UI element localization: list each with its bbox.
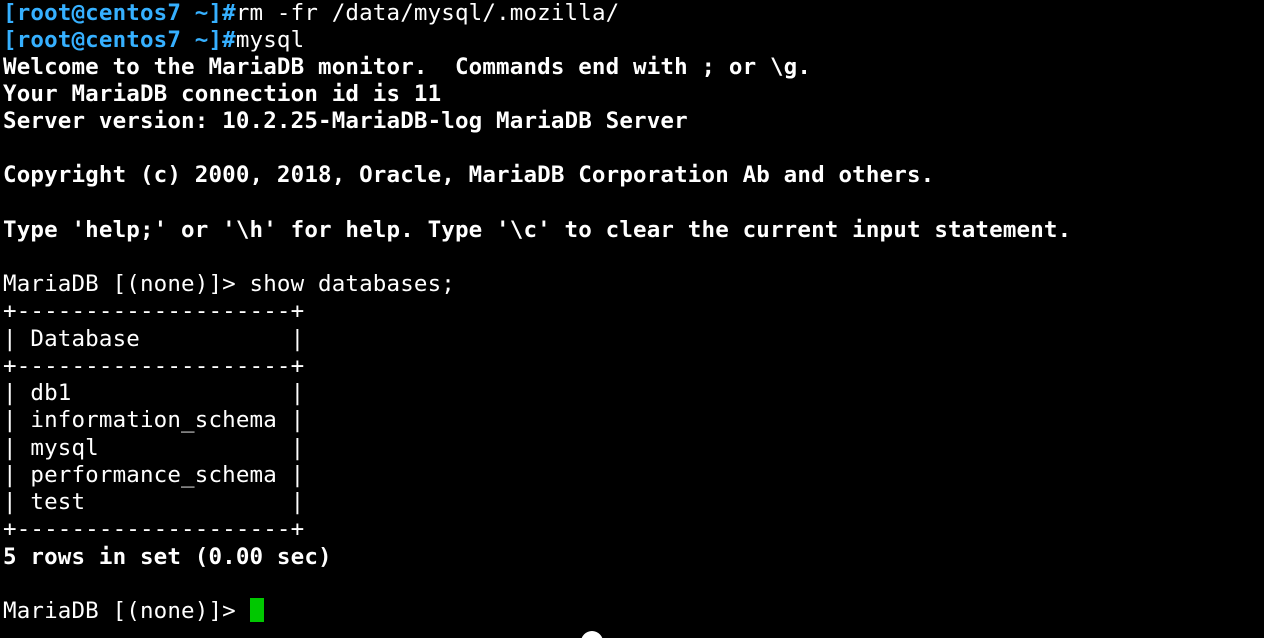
table-border: +--------------------+	[3, 353, 305, 379]
block-cursor-icon	[249, 598, 264, 622]
server-version-line: Server version: 10.2.25-MariaDB-log Mari…	[3, 108, 688, 134]
table-row: | test |	[3, 489, 305, 515]
table-border: +--------------------+	[3, 298, 305, 324]
terminal-window[interactable]: [root@centos7 ~]#rm -fr /data/mysql/.moz…	[0, 0, 1264, 638]
shell-prompt: [root@centos7 ~]#	[3, 27, 236, 53]
help-hint-line: Type 'help;' or '\h' for help. Type '\c'…	[3, 217, 1072, 243]
shell-command-line: [root@centos7 ~]#rm -fr /data/mysql/.moz…	[3, 0, 619, 27]
table-row: | performance_schema |	[3, 462, 305, 488]
shell-command: rm -fr /data/mysql/.mozilla/	[235, 0, 620, 26]
welcome-message: Welcome to the MariaDB monitor. Commands…	[3, 54, 812, 80]
result-summary-line: 5 rows in set (0.00 sec)	[3, 544, 332, 570]
table-row: | mysql |	[3, 435, 305, 461]
connection-id-line: Your MariaDB connection id is 11	[3, 81, 442, 107]
table-row: | db1 |	[3, 380, 305, 406]
sql-command-line: MariaDB [(none)]> show databases;	[3, 271, 455, 297]
mouse-pointer-icon	[581, 631, 603, 638]
table-header-row: | Database |	[3, 326, 305, 352]
table-border: +--------------------+	[3, 516, 305, 542]
shell-command-line: [root@centos7 ~]#mysql	[3, 27, 304, 54]
table-row: | information_schema |	[3, 407, 305, 433]
sql-prompt: MariaDB [(none)]>	[3, 598, 250, 624]
copyright-line: Copyright (c) 2000, 2018, Oracle, MariaD…	[3, 162, 935, 188]
shell-prompt: [root@centos7 ~]#	[3, 0, 236, 26]
sql-input-line[interactable]: MariaDB [(none)]>	[3, 598, 264, 625]
shell-command: mysql	[235, 27, 305, 53]
